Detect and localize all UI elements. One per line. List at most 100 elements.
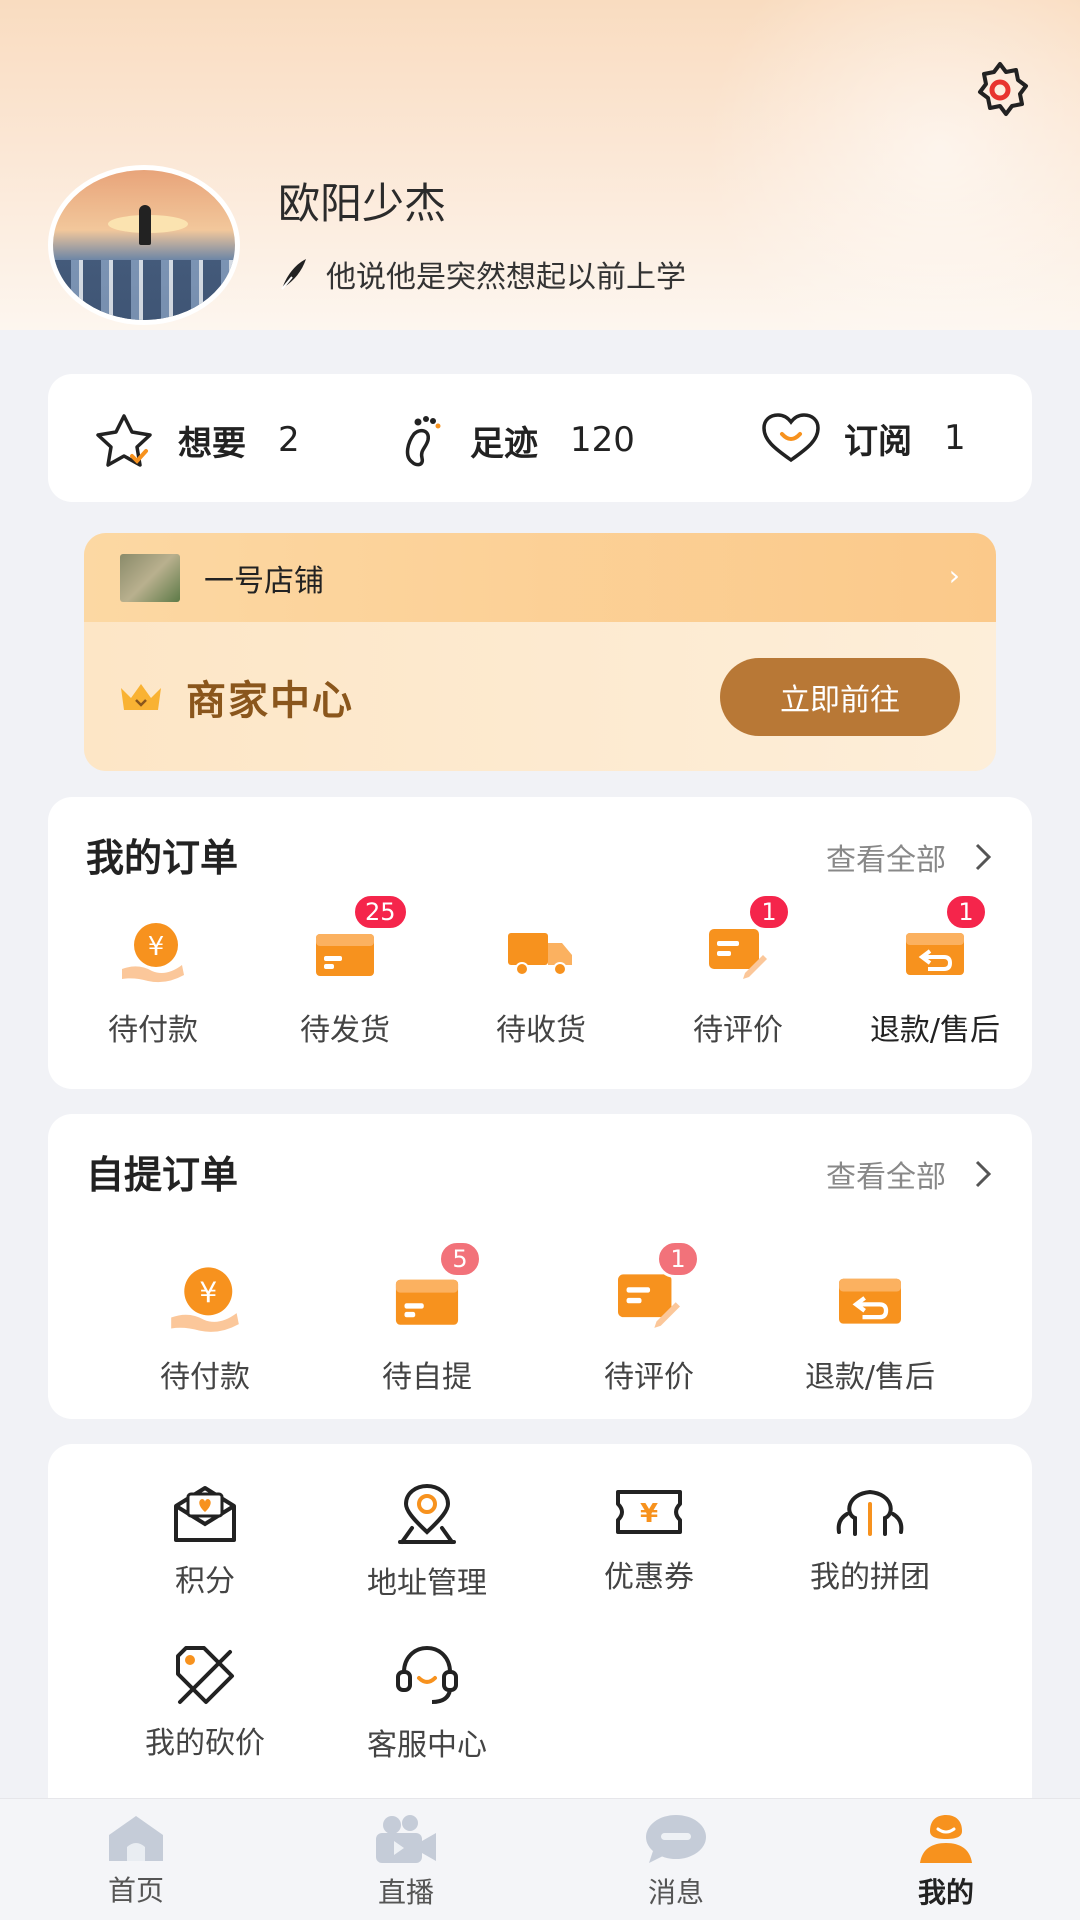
- bargain-icon: [176, 1646, 234, 1704]
- stat-value: 120: [570, 420, 635, 460]
- order-label: 待收货: [496, 1013, 586, 1048]
- order-badge: 1: [747, 893, 791, 931]
- avatar[interactable]: [48, 165, 240, 325]
- tab-messages[interactable]: 消息: [606, 1813, 746, 1911]
- stats-card: 想要 2 足迹 120 订阅 1: [48, 374, 1032, 502]
- order-pending-payment[interactable]: ¥ 待付款: [88, 907, 218, 1049]
- pickup-badge: 5: [438, 1240, 482, 1278]
- tab-mine[interactable]: 我的: [876, 1813, 1016, 1911]
- to-ship-icon: [316, 934, 374, 976]
- truck-icon: [508, 933, 572, 976]
- order-label: 退款/售后: [869, 1013, 1001, 1048]
- view-all-orders-link[interactable]: 查看全部: [826, 835, 992, 879]
- user-name: 欧阳少杰: [278, 179, 447, 228]
- stat-value: 2: [278, 420, 300, 460]
- pickup-to-collect[interactable]: 5 待自提: [362, 1240, 492, 1396]
- order-label: 待评价: [693, 1013, 783, 1048]
- stat-footprints[interactable]: 足迹 120: [398, 412, 635, 468]
- home-icon: [109, 1816, 163, 1861]
- footprint-icon: [405, 416, 441, 467]
- go-now-button[interactable]: 立即前往: [720, 658, 960, 736]
- order-badge: 25: [352, 893, 409, 931]
- crown-icon: [121, 683, 161, 710]
- chevron-right-icon: [975, 1160, 992, 1188]
- feather-icon: [281, 259, 306, 290]
- stat-label: 想要: [178, 423, 246, 464]
- payment-icon: ¥: [122, 923, 184, 983]
- tool-group-buy[interactable]: 我的拼团: [790, 1484, 950, 1596]
- stat-wants[interactable]: 想要 2: [92, 412, 300, 468]
- review-icon: [709, 929, 767, 979]
- chevron-right-icon: [975, 843, 992, 871]
- tool-bargain[interactable]: 我的砍价: [140, 1644, 270, 1762]
- settings-icon[interactable]: [970, 60, 1030, 120]
- pickup-icon: [395, 1279, 459, 1325]
- my-orders-card: 我的订单 查看全部 ¥ 待付款 25 待发货 待收货 1 待评价 1 退款/售后: [48, 797, 1032, 1089]
- view-all-pickup-link[interactable]: 查看全部: [826, 1152, 992, 1196]
- section-title: 我的订单: [86, 836, 239, 880]
- tool-label: 优惠券: [604, 1560, 694, 1595]
- tab-home[interactable]: 首页: [66, 1813, 206, 1909]
- message-icon: [646, 1815, 706, 1863]
- tool-coupons[interactable]: ¥ 优惠券: [584, 1484, 714, 1596]
- order-refund[interactable]: 1 退款/售后: [850, 893, 1020, 1049]
- order-to-receive[interactable]: 待收货: [476, 907, 606, 1049]
- live-icon: [376, 1815, 436, 1863]
- location-icon: [398, 1484, 456, 1544]
- tool-label: 我的拼团: [810, 1560, 930, 1595]
- tools-card: 积分 地址管理 ¥ 优惠券 我的拼团 我的砍价 客服中心: [48, 1444, 1032, 1814]
- tab-label: 消息: [647, 1876, 704, 1909]
- stat-label: 订阅: [844, 421, 912, 462]
- svg-text:¥: ¥: [640, 1499, 658, 1529]
- tab-label: 我的: [917, 1876, 974, 1909]
- pickup-orders-card: 自提订单 查看全部 ¥ 待付款 5 待自提 1 待评价 退款/售后: [48, 1114, 1032, 1419]
- tab-label: 直播: [377, 1876, 434, 1909]
- stat-subscriptions[interactable]: 订阅 1: [760, 412, 966, 464]
- shop-row[interactable]: 一号店铺 ›: [84, 533, 996, 622]
- refund-icon: [906, 933, 964, 975]
- signature-text: 他说他是突然想起以前上学: [326, 260, 686, 295]
- stat-value: 1: [944, 418, 966, 458]
- pickup-pending-payment[interactable]: ¥ 待付款: [140, 1254, 270, 1396]
- svg-text:¥: ¥: [199, 1276, 217, 1309]
- group-icon: [836, 1489, 904, 1536]
- order-label: 待发货: [300, 1013, 390, 1048]
- section-title: 自提订单: [86, 1153, 239, 1197]
- pickup-refund[interactable]: 退款/售后: [790, 1254, 950, 1396]
- shop-thumbnail: [120, 553, 180, 602]
- refund-icon: [839, 1278, 901, 1324]
- tool-address[interactable]: 地址管理: [362, 1484, 492, 1602]
- shop-name: 一号店铺: [204, 563, 324, 599]
- order-to-ship[interactable]: 25 待发货: [280, 893, 410, 1049]
- pickup-label: 待自提: [382, 1360, 472, 1395]
- tool-label: 我的砍价: [145, 1726, 265, 1761]
- tool-label: 地址管理: [367, 1566, 487, 1601]
- bottom-tab-bar: 首页 直播 消息 我的: [0, 1798, 1080, 1920]
- order-to-review[interactable]: 1 待评价: [673, 893, 803, 1049]
- pickup-label: 退款/售后: [804, 1360, 936, 1395]
- tool-customer-service[interactable]: 客服中心: [362, 1644, 492, 1764]
- tool-label: 积分: [175, 1564, 235, 1599]
- payment-icon: ¥: [171, 1267, 239, 1332]
- signature: 他说他是突然想起以前上学: [278, 252, 686, 296]
- view-all-label: 查看全部: [826, 843, 946, 878]
- svg-text:¥: ¥: [148, 932, 165, 962]
- star-icon: [96, 414, 152, 467]
- pickup-to-review[interactable]: 1 待评价: [584, 1240, 714, 1396]
- order-label: 待付款: [108, 1013, 198, 1048]
- pickup-badge: 1: [656, 1240, 700, 1278]
- headset-icon: [396, 1645, 458, 1704]
- tool-label: 客服中心: [367, 1728, 487, 1763]
- tab-label: 首页: [107, 1874, 164, 1907]
- tab-live[interactable]: 直播: [336, 1813, 476, 1911]
- pickup-label: 待评价: [604, 1360, 694, 1395]
- merchant-card: 一号店铺 › 商家中心 立即前往: [84, 533, 996, 771]
- coupon-icon: ¥: [616, 1490, 682, 1534]
- points-icon: [174, 1486, 236, 1542]
- tool-points[interactable]: 积分: [140, 1484, 270, 1600]
- merchant-center-title: 商家中心: [186, 677, 354, 724]
- view-all-label: 查看全部: [826, 1160, 946, 1195]
- chevron-right-icon: ›: [948, 559, 960, 592]
- stat-label: 足迹: [470, 423, 538, 464]
- heart-icon: [762, 413, 820, 463]
